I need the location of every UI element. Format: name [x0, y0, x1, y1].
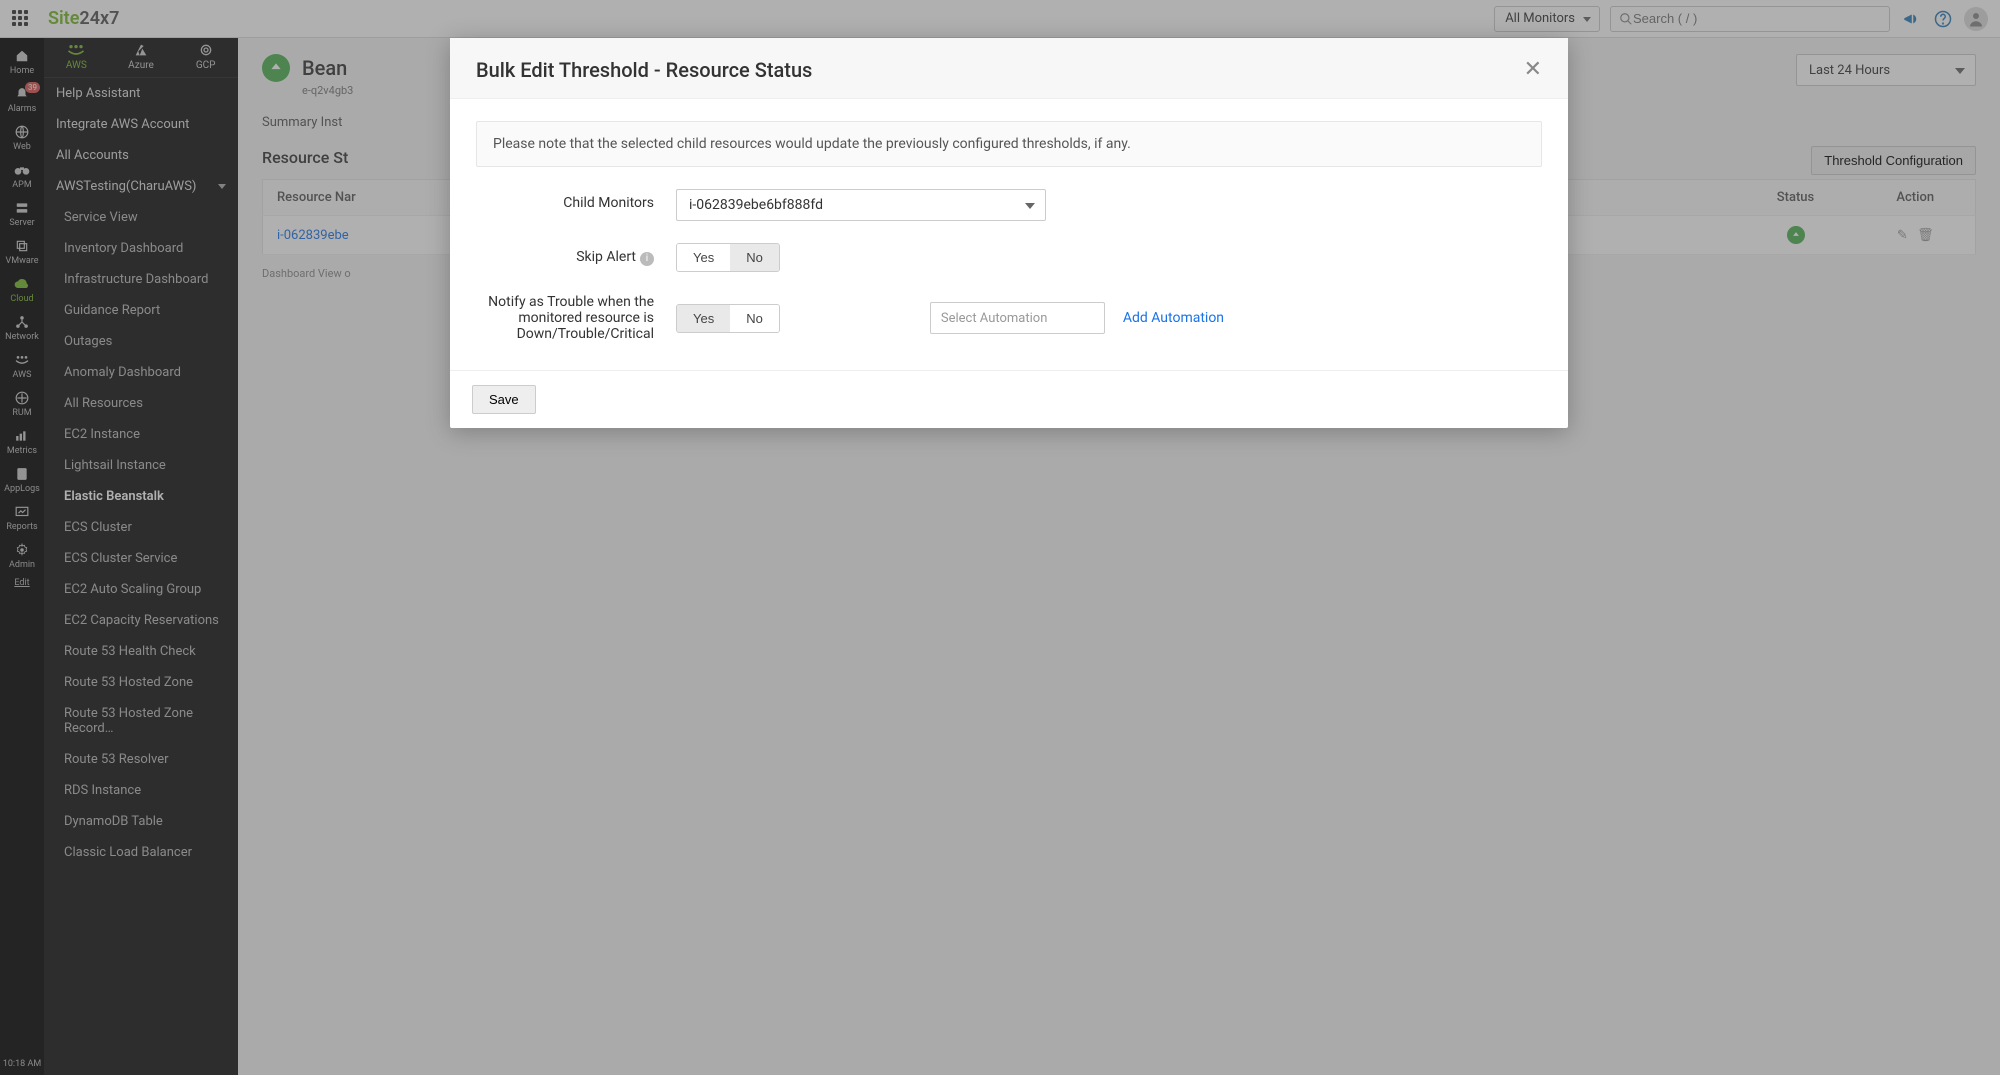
- save-button[interactable]: Save: [472, 385, 536, 414]
- info-icon[interactable]: i: [640, 252, 654, 266]
- skip-alert-toggle: Yes No: [676, 243, 780, 272]
- close-icon[interactable]: ✕: [1524, 59, 1542, 81]
- add-automation-link[interactable]: Add Automation: [1123, 310, 1224, 326]
- notify-trouble-yes[interactable]: Yes: [677, 305, 730, 332]
- notify-trouble-toggle: Yes No: [676, 304, 780, 333]
- modal-note: Please note that the selected child reso…: [476, 121, 1542, 167]
- skip-alert-no[interactable]: No: [730, 244, 779, 271]
- modal-title: Bulk Edit Threshold - Resource Status: [476, 58, 812, 82]
- child-monitors-select[interactable]: i-062839ebe6bf888fd: [676, 189, 1046, 221]
- bulk-edit-threshold-modal: Bulk Edit Threshold - Resource Status ✕ …: [450, 38, 1568, 428]
- label-child-monitors: Child Monitors: [476, 189, 676, 211]
- notify-trouble-no[interactable]: No: [730, 305, 779, 332]
- label-notify-trouble: Notify as Trouble when the monitored res…: [476, 294, 676, 342]
- select-automation-input[interactable]: Select Automation: [930, 302, 1105, 334]
- label-skip-alert: Skip Alerti: [476, 243, 676, 266]
- skip-alert-yes[interactable]: Yes: [677, 244, 730, 271]
